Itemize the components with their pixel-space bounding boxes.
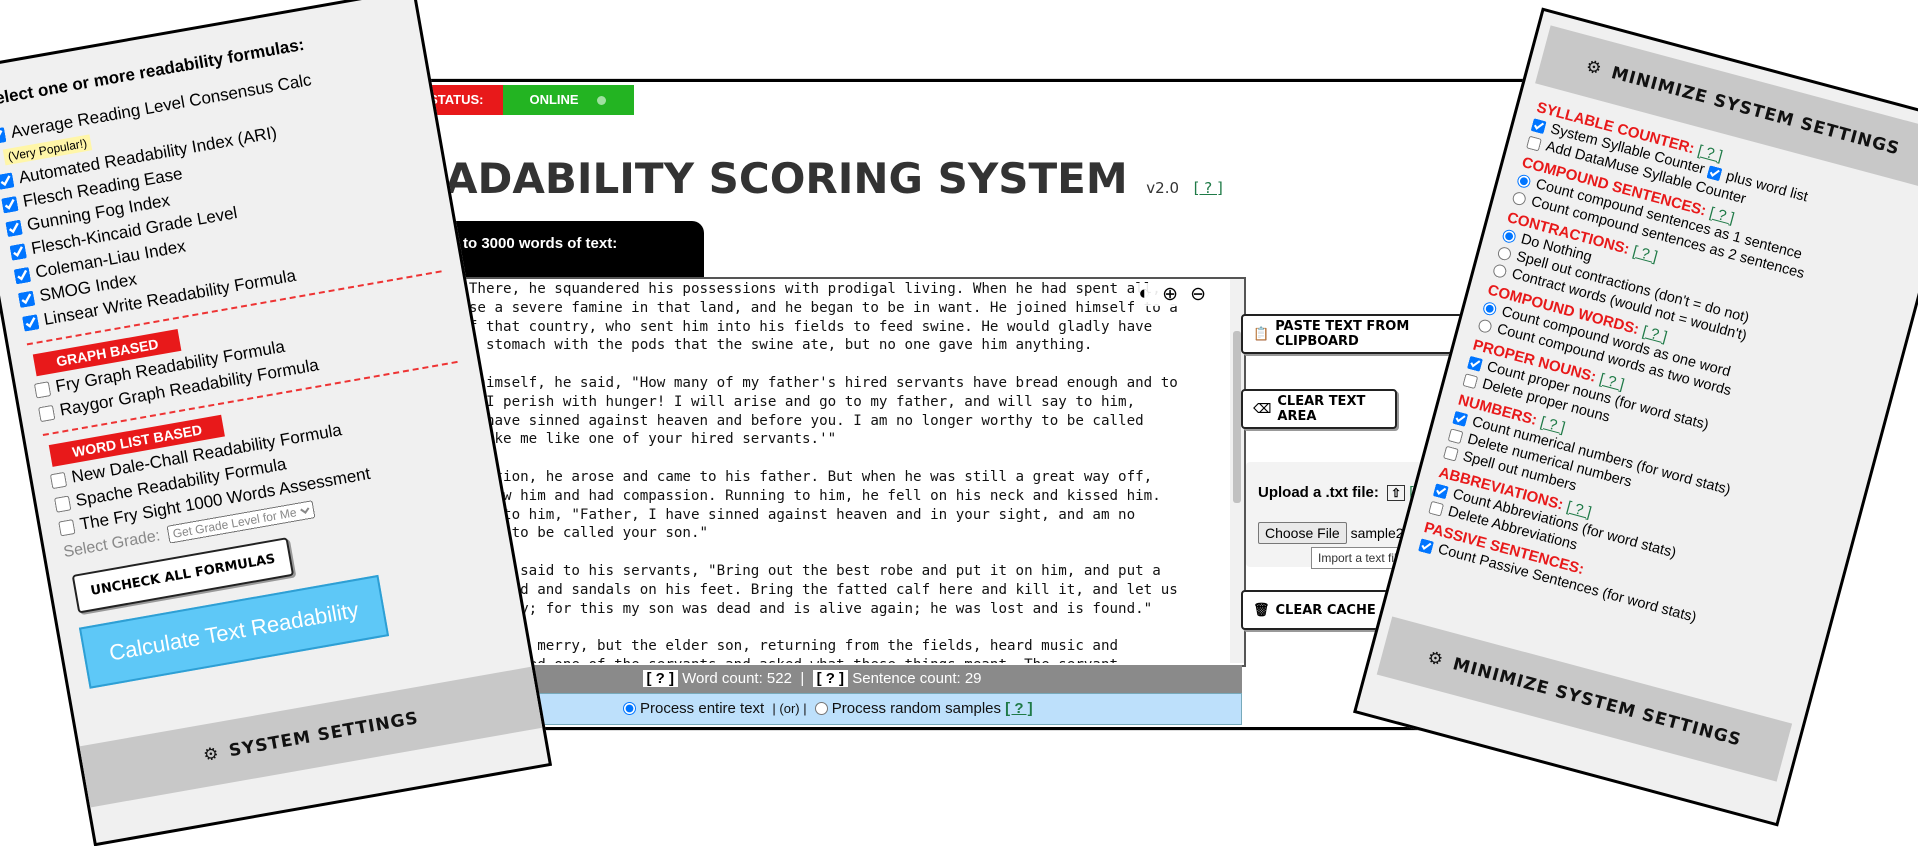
page-title: READABILITY SCORING SYSTEM v2.0 [ ? ] — [384, 154, 1223, 203]
setting-checkbox[interactable] — [1452, 410, 1469, 427]
gear-icon: ⚙ — [1583, 56, 1605, 80]
formula-checkbox[interactable] — [53, 494, 72, 513]
app-version: v2.0 — [1146, 179, 1180, 197]
process-or: | (or) | — [772, 701, 807, 716]
zoom-in-icon[interactable]: ⊕ — [1162, 283, 1178, 306]
setting-radio[interactable] — [1511, 190, 1528, 207]
count-separator: | — [800, 670, 805, 687]
textarea-toolbar: ◐ ⊕ ⊖ — [1134, 283, 1210, 306]
formula-checkbox[interactable] — [0, 171, 15, 190]
sentence-count: Sentence count: 29 — [852, 670, 982, 687]
setting-checkbox[interactable] — [1428, 500, 1445, 517]
process-random-radio[interactable] — [814, 701, 828, 715]
word-count-help[interactable]: [ ? ] — [642, 670, 678, 687]
formula-checkbox[interactable] — [0, 126, 7, 145]
setting-checkbox[interactable] — [1418, 537, 1435, 554]
clear-text-icon: ⌫ — [1253, 401, 1272, 417]
minimize-settings-bottom[interactable]: ⚙ MINIMIZE SYSTEM SETTINGS — [1376, 616, 1793, 782]
upload-label: Upload a .txt file: — [1258, 484, 1379, 501]
clipboard-icon: 📋 — [1253, 326, 1270, 342]
gear-icon: ⚙ — [1425, 647, 1447, 671]
clear-cache-button[interactable]: 🗑 CLEAR CACHE — [1241, 590, 1397, 630]
trash-icon: 🗑 — [1253, 602, 1270, 618]
title-help-link[interactable]: [ ? ] — [1194, 179, 1223, 197]
setting-radio[interactable] — [1477, 317, 1494, 334]
formula-checkbox[interactable] — [5, 219, 23, 237]
word-count: Word count: 522 — [682, 670, 792, 687]
gear-icon: ⚙ — [201, 743, 222, 766]
zoom-out-icon[interactable]: ⊖ — [1190, 283, 1206, 306]
setting-radio[interactable] — [1516, 172, 1532, 189]
app-title: READABILITY SCORING SYSTEM — [384, 154, 1128, 203]
process-random-label: Process random samples — [831, 700, 1001, 717]
process-entire-radio[interactable] — [623, 701, 636, 715]
scrollbar-thumb[interactable] — [1233, 331, 1241, 503]
formula-checkbox[interactable] — [1, 195, 19, 213]
upload-label-row: Upload a .txt file: ⇧ [ ? ] — [1258, 484, 1434, 501]
setting-checkbox[interactable] — [1462, 372, 1479, 389]
clear-text-area-button[interactable]: ⌫ CLEAR TEXT AREA — [1241, 389, 1397, 429]
setting-checkbox[interactable] — [1530, 117, 1547, 134]
setting-radio[interactable] — [1481, 300, 1498, 317]
formula-checkbox[interactable] — [13, 266, 32, 284]
setting-checkbox[interactable] — [1443, 445, 1459, 462]
formula-checkbox[interactable] — [37, 404, 56, 422]
status-value: ONLINE — [529, 92, 579, 107]
process-help-link[interactable]: [ ? ] — [1005, 700, 1033, 717]
setting-checkbox[interactable] — [1432, 482, 1449, 499]
setting-radio[interactable] — [1491, 262, 1508, 279]
formula-checkbox[interactable] — [17, 290, 36, 308]
contrast-icon[interactable]: ◐ — [1139, 283, 1150, 306]
formula-checkbox[interactable] — [33, 380, 52, 399]
formula-checkbox[interactable] — [58, 518, 76, 536]
sentence-count-help[interactable]: [ ? ] — [812, 670, 849, 687]
clear-cache-label: CLEAR CACHE — [1275, 602, 1376, 618]
paste-label: PASTE TEXT FROM CLIPBOARD — [1275, 319, 1410, 349]
upload-icon[interactable]: ⇧ — [1387, 485, 1406, 501]
process-entire-label: Process entire text — [640, 700, 765, 717]
clear-text-label: CLEAR TEXT AREA — [1277, 394, 1366, 424]
setting-checkbox[interactable] — [1526, 135, 1543, 152]
system-settings-button[interactable]: ⚙ SYSTEM SETTINGS — [79, 666, 543, 808]
setting-radio[interactable] — [1501, 227, 1518, 244]
formula-checkbox[interactable] — [21, 313, 40, 332]
setting-checkbox[interactable] — [1467, 355, 1484, 372]
formula-checkbox[interactable] — [9, 242, 27, 261]
status-dot-icon — [596, 96, 606, 106]
formula-checkbox[interactable] — [49, 471, 68, 489]
system-settings-label: SYSTEM SETTINGS — [227, 708, 421, 762]
setting-checkbox[interactable] — [1447, 427, 1464, 444]
setting-checkbox[interactable] — [1706, 164, 1723, 181]
setting-radio[interactable] — [1496, 245, 1513, 262]
status-online: ONLINE — [503, 85, 634, 115]
choose-file-button[interactable]: Choose File — [1258, 522, 1347, 544]
minimize-label: MINIMIZE SYSTEM SETTINGS — [1450, 654, 1744, 751]
